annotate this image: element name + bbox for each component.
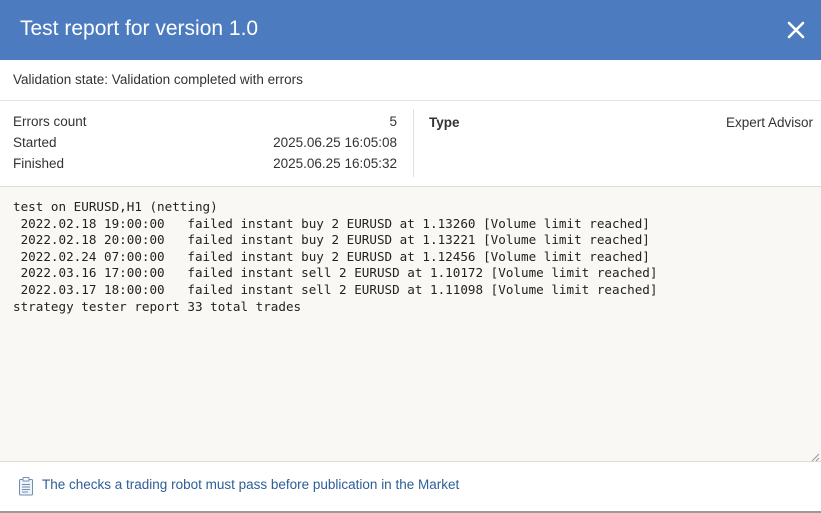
started-row: Started 2025.06.25 16:05:08 (13, 135, 397, 156)
log-entry: 2022.02.18 19:00:00 failed instant buy 2… (13, 215, 650, 231)
finished-value: 2025.06.25 16:05:32 (273, 156, 397, 171)
type-value: Expert Advisor (725, 115, 813, 130)
validation-state-text: Validation state: Validation completed w… (13, 72, 303, 87)
validation-state-bar: Validation state: Validation completed w… (0, 60, 821, 101)
test-log-area[interactable]: test on EURUSD,H1 (netting) 2022.02.18 1… (0, 186, 821, 462)
log-entry: 2022.02.24 07:00:00 failed instant buy 2… (13, 248, 650, 264)
clipboard-icon (17, 476, 35, 496)
market-checks-link[interactable]: The checks a trading robot must pass bef… (42, 477, 459, 492)
errors-count-value: 5 (389, 114, 397, 129)
dialog-titlebar: Test report for version 1.0 (0, 0, 821, 60)
summary-panel: Errors count 5 Started 2025.06.25 16:05:… (0, 101, 821, 186)
errors-count-row: Errors count 5 (13, 114, 397, 135)
dialog-title: Test report for version 1.0 (20, 17, 259, 40)
finished-label: Finished (13, 156, 65, 171)
started-label: Started (13, 135, 57, 150)
resize-grip-icon[interactable] (810, 450, 820, 462)
log-entry: 2022.03.17 18:00:00 failed instant sell … (13, 281, 658, 297)
close-icon[interactable] (784, 18, 808, 42)
dialog-footer: The checks a trading robot must pass bef… (0, 462, 821, 511)
type-label: Type (429, 115, 460, 130)
test-log-content: test on EURUSD,H1 (netting) 2022.02.18 1… (13, 199, 657, 315)
test-report-dialog: Test report for version 1.0 Validation s… (0, 0, 821, 513)
log-entry: 2022.03.16 17:00:00 failed instant sell … (13, 265, 658, 281)
log-footer-line: strategy tester report 33 total trades (13, 298, 302, 314)
errors-count-label: Errors count (13, 114, 87, 129)
started-value: 2025.06.25 16:05:08 (273, 135, 397, 150)
column-divider (413, 109, 414, 177)
log-header-line: test on EURUSD,H1 (netting) (13, 199, 218, 214)
finished-row: Finished 2025.06.25 16:05:32 (13, 156, 397, 177)
log-entry: 2022.02.18 20:00:00 failed instant buy 2… (13, 232, 650, 248)
